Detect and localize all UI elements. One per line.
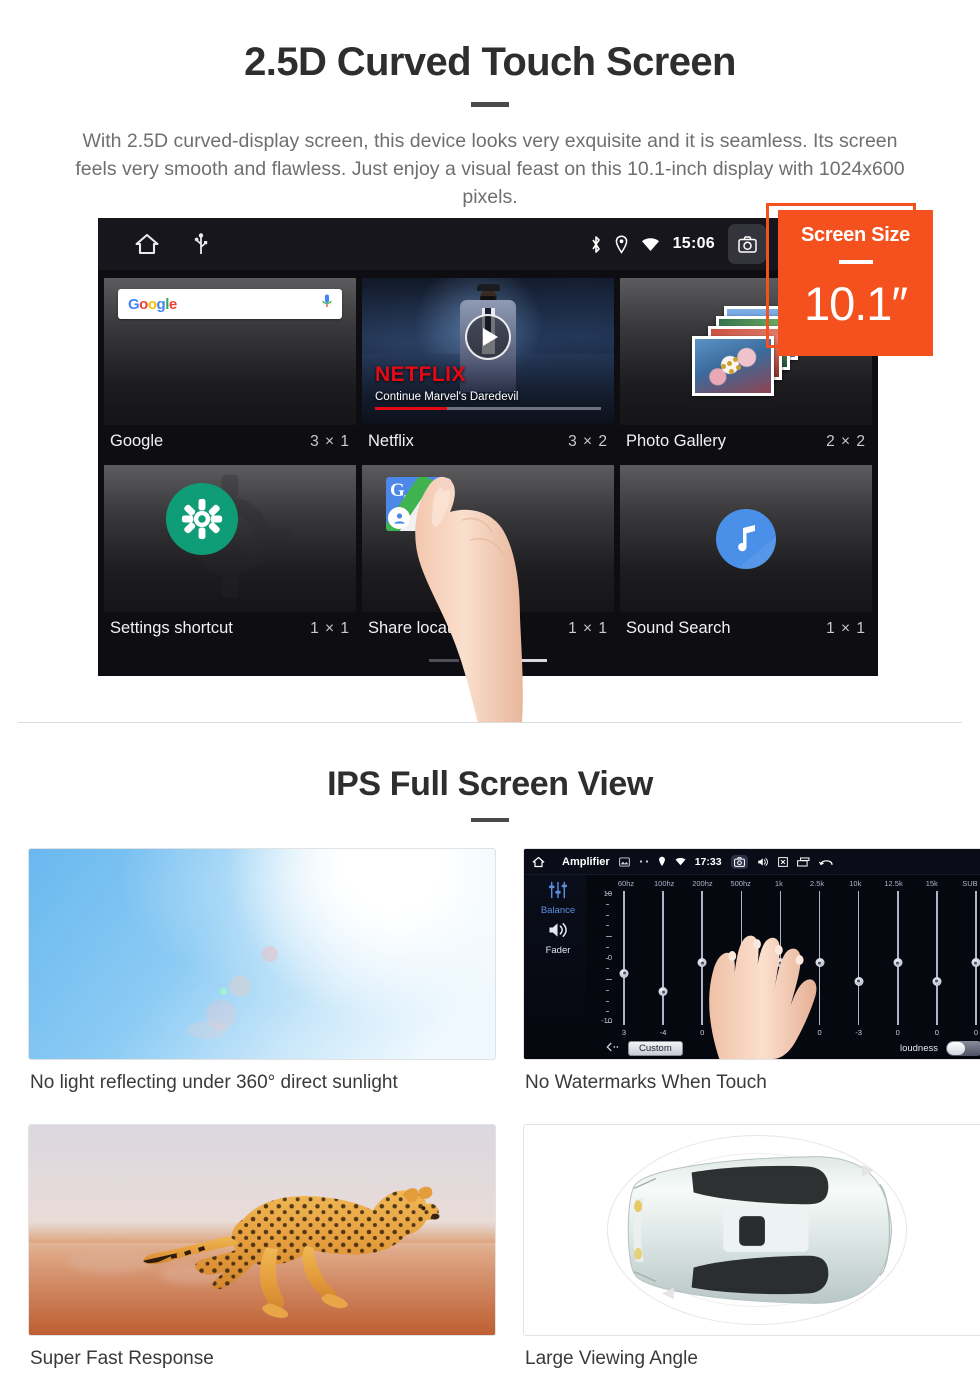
share-location-widget-preview[interactable]: G [362,465,614,612]
netflix-brand: NETFLIX [375,363,466,386]
title-underline [471,102,509,107]
feature-card-grid: No light reflecting under 360° direct su… [0,848,980,1400]
progress-bar [375,407,601,410]
curved-touch-screen-section: 2.5D Curved Touch Screen With 2.5D curve… [0,0,980,723]
widget-item[interactable]: NETFLIX Continue Marvel's Daredevil Netf… [362,278,614,463]
cheetah-image [28,1124,496,1336]
page-dot-active[interactable] [517,659,547,662]
section-two-underline [471,818,509,822]
widget-item[interactable]: Sound Search 1 × 1 [620,465,872,650]
google-search-widget-preview[interactable]: Google [104,278,356,425]
feature-card: No light reflecting under 360° direct su… [28,848,496,1118]
car-top-view [627,1156,893,1304]
location-icon [615,234,628,254]
netflix-widget-preview[interactable]: NETFLIX Continue Marvel's Daredevil [362,278,614,425]
card-caption: Large Viewing Angle [525,1348,698,1369]
widget-size: 3 × 1 [310,432,350,450]
widget-item[interactable]: G Share location 1 × 1 [362,465,614,650]
widget-size: 1 × 1 [310,619,350,637]
card-caption: No Watermarks When Touch [525,1072,767,1093]
sound-search-widget-preview[interactable] [620,465,872,612]
page-indicator[interactable] [98,659,878,662]
widget-label: Google [110,432,164,450]
android-device-screen: 15:06 Google Google 3 × 1 NETFLIX Contin… [98,218,878,676]
settings-shortcut-widget-preview[interactable] [104,465,356,612]
feature-card: Large Viewing Angle [523,1124,980,1394]
widget-grid: Google Google 3 × 1 NETFLIX Continue Mar… [98,270,878,650]
hand-on-equalizer [709,935,817,1059]
widget-item[interactable]: Google Google 3 × 1 [104,278,356,463]
page-dot[interactable] [473,659,503,662]
amplifier-screen-image: Amplifier 17:33 Balance Fader 60hz 100hz… [523,848,980,1060]
section-description: With 2.5D curved-display screen, this de… [75,130,905,208]
status-bar: 15:06 [98,218,878,270]
ips-full-screen-view-section: IPS Full Screen View No light reflecting… [0,723,980,1400]
home-icon[interactable] [134,232,160,256]
bluetooth-icon [590,235,602,254]
cheetah-silhouette [143,1186,440,1318]
usb-icon[interactable] [194,233,208,255]
status-bar-clock: 15:06 [672,235,715,252]
badge-value: 10.1″ [803,277,908,330]
feature-card: Amplifier 17:33 Balance Fader 60hz 100hz… [523,848,980,1118]
netflix-continue-text: Continue Marvel's Daredevil [375,391,519,403]
screen-size-badge: Screen Size 10.1″ [778,210,933,356]
widget-size: 2 × 2 [826,432,866,450]
camera-icon[interactable] [728,224,766,264]
widget-size: 1 × 1 [826,619,866,637]
badge-divider [838,260,873,264]
page-title: 2.5D Curved Touch Screen [244,40,736,84]
widget-size: 1 × 1 [568,619,608,637]
widget-label: Settings shortcut [110,619,233,637]
card-caption: No light reflecting under 360° direct su… [30,1072,398,1093]
widget-label: Share location [368,619,474,637]
gear-icon[interactable] [166,483,238,555]
card-caption: Super Fast Response [30,1348,214,1369]
badge-title: Screen Size [801,224,910,246]
feature-card: Super Fast Response [28,1124,496,1394]
wifi-icon [641,237,660,252]
sunlight-image [28,848,496,1060]
music-note-icon[interactable] [716,508,776,569]
play-icon[interactable] [465,313,511,360]
google-search-bar[interactable]: Google [118,289,342,319]
widget-label: Photo Gallery [626,432,726,450]
person-pin-icon [388,507,410,529]
section-two-title: IPS Full Screen View [327,765,653,803]
car-viewing-angle-image [523,1124,980,1336]
widget-size: 3 × 2 [568,432,608,450]
widget-item[interactable]: Settings shortcut 1 × 1 [104,465,356,650]
widget-label: Netflix [368,432,414,450]
page-dot[interactable] [429,659,459,662]
google-maps-icon[interactable]: G [386,477,444,531]
microphone-icon[interactable] [322,294,332,314]
google-logo: Google [128,295,177,313]
widget-label: Sound Search [626,619,731,637]
